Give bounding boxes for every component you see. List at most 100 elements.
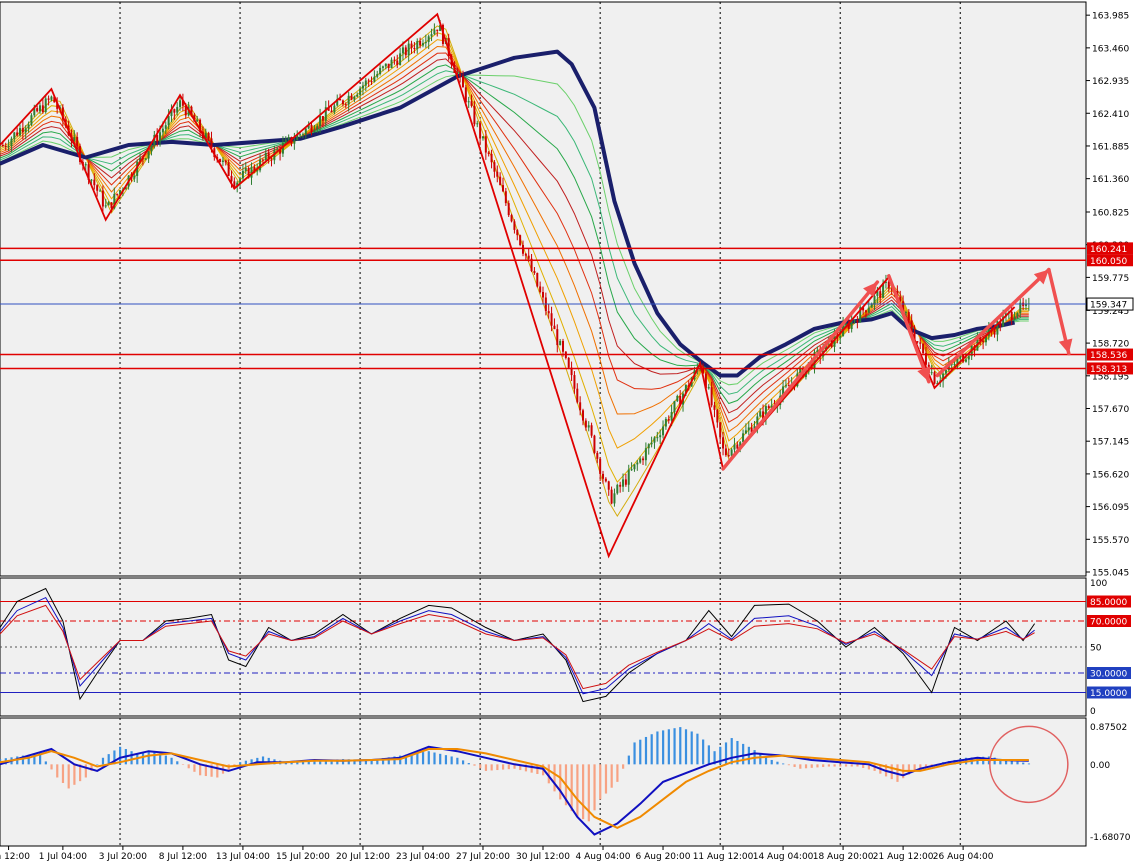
histogram-bar <box>679 727 682 765</box>
candle-body <box>167 116 170 126</box>
candle-body <box>716 409 719 423</box>
histogram-bar <box>684 729 688 765</box>
candle-body <box>16 132 19 136</box>
candle-body <box>370 81 373 83</box>
candle-body <box>404 47 407 56</box>
candle-body <box>173 109 176 113</box>
candle-body <box>553 325 556 330</box>
candle-body <box>659 435 662 438</box>
candle-body <box>964 359 967 362</box>
candle-body <box>287 137 290 140</box>
histogram-bar <box>73 764 76 785</box>
candle-body <box>396 60 399 65</box>
candle-body <box>7 146 10 148</box>
candle-body <box>21 128 24 133</box>
candle-body <box>387 63 390 68</box>
candle-body <box>4 146 7 148</box>
candle-body <box>864 310 867 313</box>
histogram-bar <box>484 764 488 771</box>
candle-body <box>536 273 539 287</box>
candle-body <box>424 42 427 44</box>
histogram-bar <box>67 764 70 789</box>
histogram-bar <box>856 764 859 767</box>
histogram-bar <box>582 764 585 820</box>
candle-body <box>341 100 344 105</box>
candle-body <box>636 462 639 465</box>
histogram-bar <box>427 751 430 765</box>
candle-body <box>550 313 553 326</box>
candle-body <box>24 128 27 133</box>
price-tick-label: 155.045 <box>1092 569 1129 579</box>
rsi-tag-15: 15.0000 <box>1090 689 1127 699</box>
candle-body <box>944 369 947 374</box>
candle-body <box>356 94 359 97</box>
histogram-bar <box>479 764 482 769</box>
histogram-bar <box>193 764 196 772</box>
histogram-bar <box>416 752 419 765</box>
candle-body <box>647 444 650 449</box>
histogram-bar <box>799 764 802 769</box>
candle-body <box>476 123 479 125</box>
time-label: 11 Aug 12:00 <box>693 852 754 862</box>
time-label: 23 Jul 04:00 <box>396 852 450 862</box>
rsi-plot-area <box>0 577 1087 717</box>
time-label: 30 Jul 12:00 <box>516 852 570 862</box>
histogram-bar <box>622 764 625 769</box>
candle-body <box>527 255 530 259</box>
candle-body <box>593 435 596 453</box>
histogram-bar <box>673 728 676 765</box>
candle-body <box>484 136 487 153</box>
candle-body <box>270 159 273 161</box>
candle-body <box>481 136 484 139</box>
candle-body <box>196 119 199 122</box>
histogram-bar <box>56 764 59 778</box>
candle-body <box>722 437 725 449</box>
level-tag-158536: 158.536 <box>1090 351 1127 361</box>
candle-body <box>359 88 362 95</box>
candle-body <box>573 375 576 389</box>
candle-body <box>319 116 322 127</box>
candle-body <box>381 66 384 68</box>
candle-body <box>953 364 956 366</box>
candle-body <box>90 179 93 181</box>
candle-body <box>916 341 919 343</box>
candle-body <box>147 151 150 159</box>
histogram-bar <box>153 751 156 765</box>
candle-body <box>227 162 230 176</box>
candle-body <box>41 105 44 113</box>
candle-body <box>1013 316 1016 320</box>
trading-chart[interactable]: 163.985 163.460 162.935 162.410 161.885 161.3… <box>0 0 1134 863</box>
candle-body <box>602 473 605 479</box>
candle-body <box>730 449 733 456</box>
candle-body <box>459 73 462 76</box>
time-axis: Jun 12:00 1 Jul 04:00 3 Jul 20:00 8 Jul 12:… <box>0 846 994 862</box>
histogram-bar <box>730 738 733 765</box>
candle-body <box>116 193 119 195</box>
candle-body <box>516 229 519 236</box>
candle-body <box>742 433 745 443</box>
time-label: Jun 12:00 <box>0 852 30 862</box>
candle-body <box>350 95 353 100</box>
time-label: 14 Aug 04:00 <box>753 852 814 862</box>
candle-body <box>656 437 659 439</box>
macd-axis-top: 0.87502 <box>1090 723 1127 733</box>
candle-body <box>533 271 536 274</box>
macd-plot-area <box>0 717 1087 847</box>
candle-body <box>556 329 559 346</box>
candle-body <box>590 425 593 436</box>
candle-body <box>524 253 527 256</box>
candle-body <box>436 29 439 31</box>
histogram-bar <box>639 739 642 765</box>
candle-body <box>513 221 516 230</box>
candle-body <box>179 100 182 108</box>
candle-body <box>607 481 610 490</box>
candle-body <box>310 125 313 132</box>
candle-body <box>161 128 164 133</box>
candle-body <box>427 36 430 43</box>
candle-body <box>347 95 350 105</box>
candle-body <box>759 411 762 417</box>
histogram-bar <box>1010 760 1013 765</box>
histogram-bar <box>810 764 813 768</box>
histogram-bar <box>707 745 710 765</box>
candle-body <box>373 76 376 82</box>
